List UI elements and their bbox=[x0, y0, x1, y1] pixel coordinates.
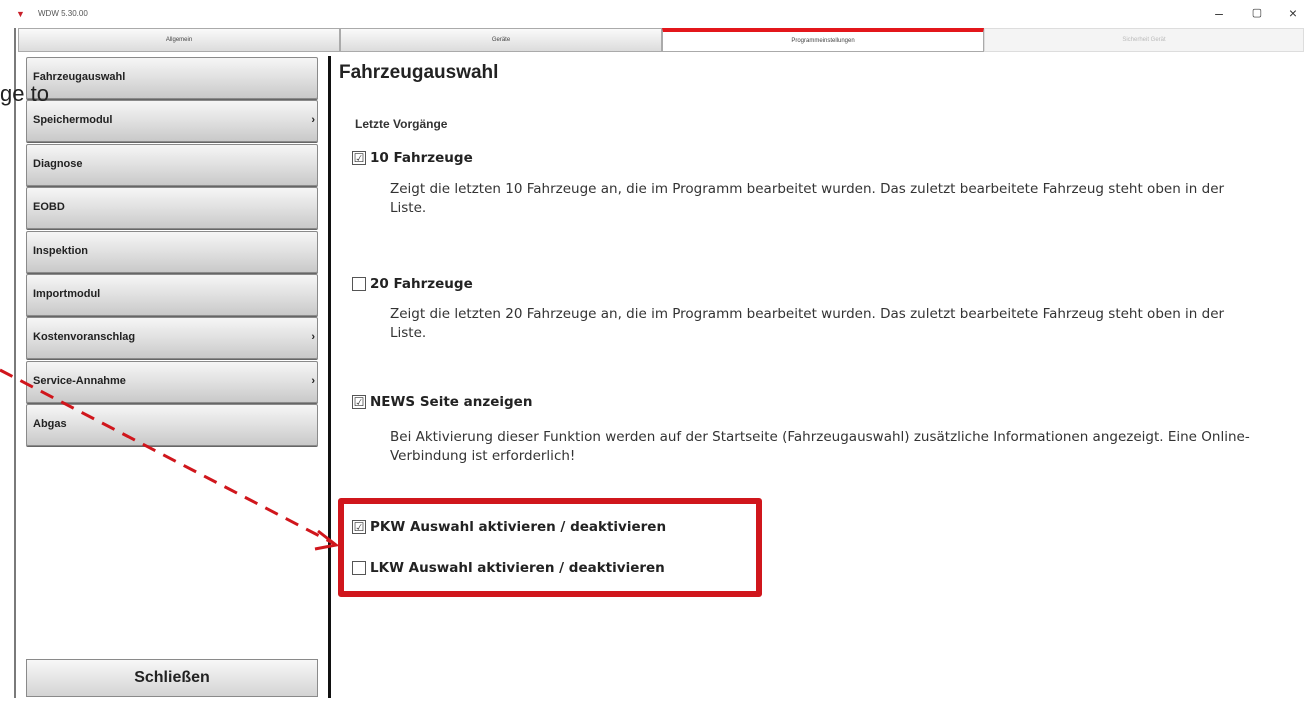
tab-programmeinstellungen[interactable]: Programmeinstellungen bbox=[662, 28, 984, 52]
sidebar-item-service-annahme[interactable]: Service-Annahme › bbox=[26, 360, 318, 403]
sidebar-item-label: Diagnose bbox=[33, 157, 83, 170]
section-title: Letzte Vorgänge bbox=[355, 117, 448, 131]
option-20-fahrzeuge[interactable]: 20 Fahrzeuge bbox=[352, 276, 473, 292]
checkbox-news-seite[interactable]: ☑ bbox=[352, 395, 366, 409]
window-title: WDW 5.30.00 bbox=[38, 9, 88, 18]
tab-geraete[interactable]: Geräte bbox=[340, 28, 662, 52]
title-bar: ▼ WDW 5.30.00 – ▢ × bbox=[14, 0, 1314, 28]
minimize-button[interactable]: – bbox=[1206, 3, 1232, 23]
annotation-overlay-text: ge to bbox=[0, 81, 49, 106]
chevron-right-icon: › bbox=[311, 374, 315, 387]
annotation-highlight-box bbox=[338, 498, 762, 597]
sidebar-item-label: Abgas bbox=[33, 418, 67, 431]
sidebar-item-label: Importmodul bbox=[33, 287, 101, 300]
tab-sicherheit[interactable]: Sicherheit Gerät bbox=[984, 28, 1304, 52]
annotation-arrowhead-icon bbox=[314, 529, 340, 551]
option-description: Bei Aktivierung dieser Funktion werden a… bbox=[390, 429, 1250, 464]
option-description: Zeigt die letzten 10 Fahrzeuge an, die i… bbox=[390, 181, 1225, 216]
option-10-fahrzeuge[interactable]: ☑ 10 Fahrzeuge bbox=[352, 150, 473, 166]
checkbox-20-fahrzeuge[interactable] bbox=[352, 277, 366, 291]
schliessen-button[interactable]: Schließen bbox=[26, 659, 318, 697]
sidebar-item-inspektion[interactable]: Inspektion bbox=[26, 230, 318, 273]
option-label: 10 Fahrzeuge bbox=[370, 150, 473, 166]
option-label: 20 Fahrzeuge bbox=[370, 276, 473, 292]
frame-left-border bbox=[14, 28, 16, 698]
maximize-button[interactable]: ▢ bbox=[1244, 3, 1270, 23]
sidebar-item-speichermodul[interactable]: Speichermodul › bbox=[26, 100, 318, 143]
option-label: NEWS Seite anzeigen bbox=[370, 394, 533, 410]
sidebar-item-label: EOBD bbox=[33, 201, 65, 214]
option-description: Zeigt die letzten 20 Fahrzeuge an, die i… bbox=[390, 306, 1225, 341]
chevron-right-icon: › bbox=[311, 331, 315, 344]
sidebar-item-eobd[interactable]: EOBD bbox=[26, 187, 318, 230]
sidebar-item-label: Inspektion bbox=[33, 244, 89, 257]
tab-allgemein[interactable]: Allgemein bbox=[18, 28, 340, 52]
option-news-seite[interactable]: ☑ NEWS Seite anzeigen bbox=[352, 394, 532, 410]
sidebar-item-label: Service-Annahme bbox=[33, 374, 126, 387]
tab-bar: Allgemein Geräte Programmeinstellungen S… bbox=[18, 28, 1314, 52]
page-title: Fahrzeugauswahl bbox=[339, 62, 499, 83]
panel-divider bbox=[328, 56, 331, 698]
sidebar-item-diagnose[interactable]: Diagnose bbox=[26, 143, 318, 186]
sidebar: Fahrzeugauswahl Speichermodul › Diagnose… bbox=[26, 57, 318, 448]
sidebar-item-label: Kostenvoranschlag bbox=[33, 331, 136, 344]
sidebar-item-fahrzeugauswahl[interactable]: Fahrzeugauswahl bbox=[26, 57, 318, 99]
sidebar-item-abgas[interactable]: Abgas bbox=[26, 404, 318, 447]
checkbox-10-fahrzeuge[interactable]: ☑ bbox=[352, 151, 366, 165]
sidebar-item-kostenvoranschlag[interactable]: Kostenvoranschlag › bbox=[26, 317, 318, 360]
sidebar-item-label: Speichermodul bbox=[33, 114, 113, 127]
app-logo-icon: ▼ bbox=[16, 9, 25, 19]
close-window-button[interactable]: × bbox=[1280, 3, 1306, 23]
sidebar-item-importmodul[interactable]: Importmodul bbox=[26, 273, 318, 316]
chevron-right-icon: › bbox=[311, 114, 315, 127]
